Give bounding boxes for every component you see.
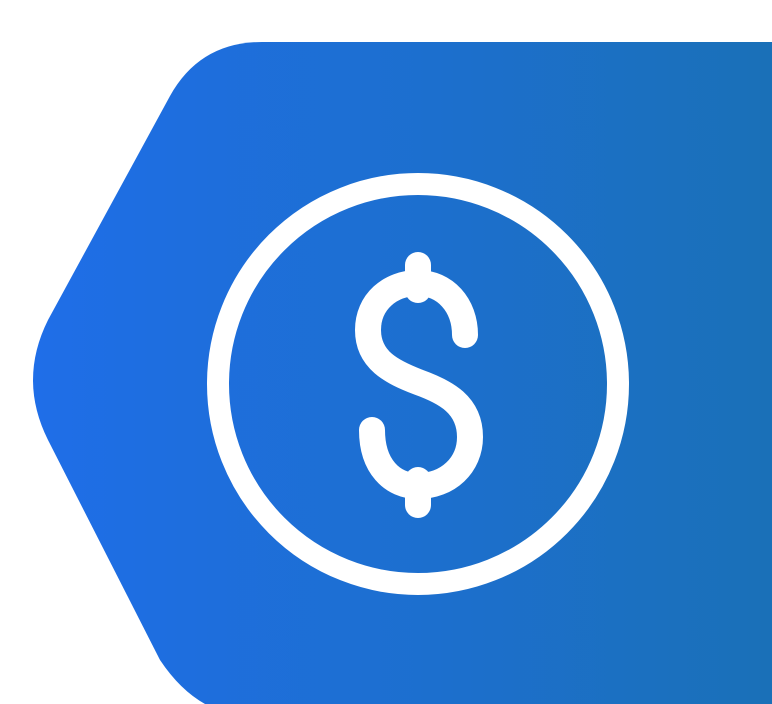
graphic-canvas (0, 0, 772, 704)
badge-graphic (33, 42, 772, 704)
